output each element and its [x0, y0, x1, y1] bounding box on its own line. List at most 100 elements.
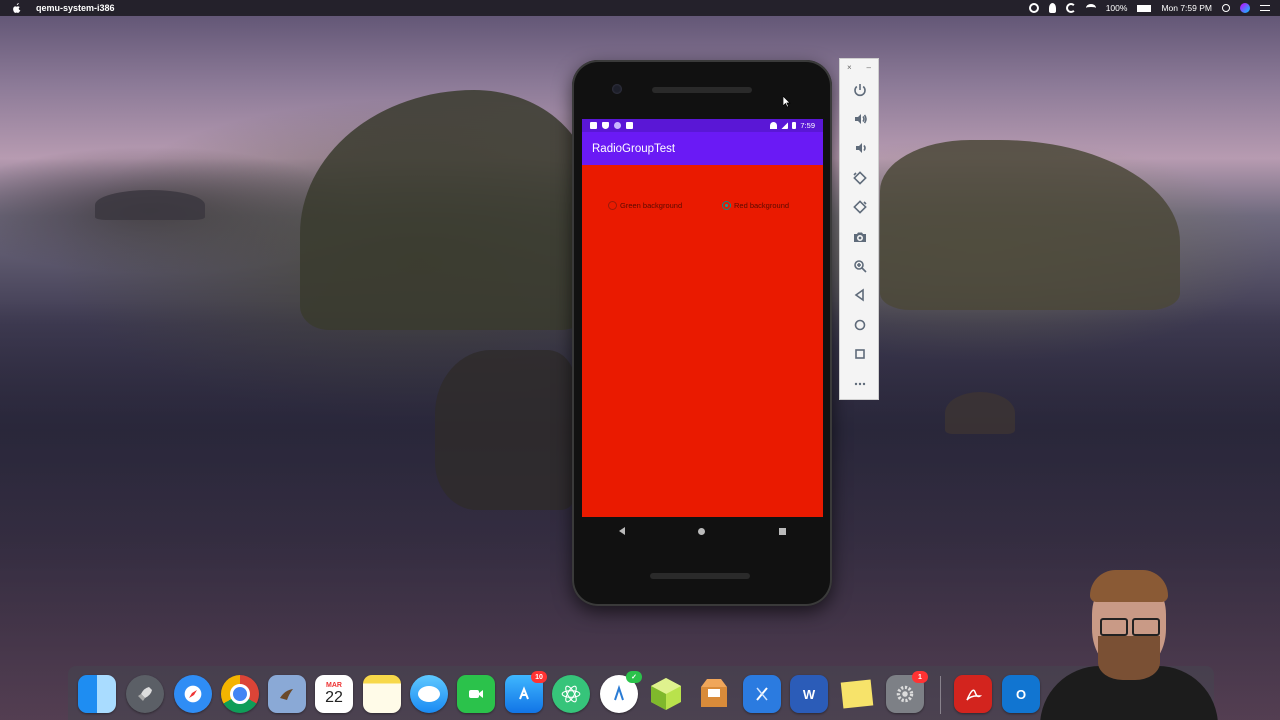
word-letter: W: [802, 686, 816, 702]
top-speaker: [652, 87, 752, 93]
chrome-center-icon: [230, 684, 250, 704]
overview-icon: [855, 349, 865, 360]
chat-bubble-icon: [418, 686, 440, 702]
close-button[interactable]: ×: [847, 63, 852, 75]
rotate-left-button[interactable]: [840, 163, 880, 192]
launchpad-icon[interactable]: [126, 675, 164, 713]
atom-icon[interactable]: [552, 675, 590, 713]
wifi-icon: [770, 122, 778, 129]
mouse-cursor-icon: [783, 96, 791, 108]
chrome-icon[interactable]: [221, 675, 259, 713]
wallpaper-island: [435, 350, 575, 510]
screenshot-button[interactable]: [840, 222, 880, 251]
circle-notification-icon: [614, 122, 621, 129]
cube-icon: [651, 678, 681, 710]
zoom-button[interactable]: [840, 251, 880, 280]
notes-icon[interactable]: [363, 675, 401, 713]
power-button[interactable]: [840, 75, 880, 104]
outlook-icon[interactable]: O: [1002, 675, 1040, 713]
facetime-icon[interactable]: [457, 675, 495, 713]
radio-red-background[interactable]: Red background: [722, 201, 789, 210]
android-studio-icon[interactable]: ✓: [600, 671, 642, 713]
hammer-icon: [756, 687, 768, 701]
battery-icon: [792, 122, 797, 129]
messages-icon[interactable]: [410, 675, 448, 713]
spotlight-search-icon[interactable]: [1222, 4, 1230, 12]
radio-unchecked-icon[interactable]: [608, 201, 617, 210]
word-icon[interactable]: W: [790, 675, 828, 713]
home-button[interactable]: [840, 310, 880, 339]
device-screen[interactable]: 7:59 RadioGroupTest Green background Red…: [582, 119, 823, 517]
overview-button[interactable]: [840, 340, 880, 369]
xcode-icon[interactable]: [743, 675, 781, 713]
wallpaper-island: [95, 190, 205, 220]
volume-down-button[interactable]: [840, 134, 880, 163]
virtualbox-icon[interactable]: [647, 675, 685, 713]
radio-group: Green background Red background: [582, 201, 823, 217]
stickies-icon[interactable]: [838, 675, 876, 713]
box-icon: [701, 679, 727, 707]
volume-up-icon: [855, 114, 867, 125]
notification-center-icon[interactable]: [1260, 5, 1270, 11]
radio-green-background[interactable]: Green background: [608, 201, 682, 210]
acrobat-icon[interactable]: [954, 675, 992, 713]
more-icon: [854, 382, 866, 385]
check-badge-icon: ✓: [626, 671, 642, 683]
calendar-day: 22: [325, 688, 343, 706]
calendar-month: MAR: [326, 681, 342, 689]
power-icon: [854, 83, 866, 96]
more-button[interactable]: [840, 369, 880, 398]
minimize-button[interactable]: –: [867, 63, 871, 75]
presenter-hair: [1090, 570, 1168, 602]
gear-icon: [896, 685, 914, 703]
front-camera: [612, 84, 622, 94]
video-camera-icon: [469, 690, 483, 698]
google-drive-icon[interactable]: [1065, 3, 1076, 13]
user-icon[interactable]: [1048, 3, 1056, 13]
battery-icon[interactable]: [1137, 4, 1152, 12]
siri-icon[interactable]: [1240, 3, 1250, 13]
menu-bar: qemu-system-i386 100% Mon 7:59 PM: [0, 0, 1280, 16]
back-icon: [854, 288, 864, 302]
finder-icon[interactable]: [78, 675, 116, 713]
bottom-speaker: [650, 573, 750, 579]
back-button[interactable]: [840, 281, 880, 310]
radio-label[interactable]: Red background: [734, 201, 789, 210]
wallpaper-rock: [945, 392, 1015, 434]
home-icon[interactable]: [698, 527, 706, 535]
bird-photo-icon: [280, 689, 293, 700]
radio-label[interactable]: Green background: [620, 201, 682, 210]
android-status-bar: 7:59: [582, 119, 823, 132]
app-store-badge: 10: [531, 671, 547, 683]
safari-icon[interactable]: [174, 675, 212, 713]
home-icon: [854, 319, 866, 331]
preview-icon[interactable]: [268, 675, 306, 713]
archive-utility-icon[interactable]: [695, 675, 733, 713]
outlook-letter: O: [1015, 686, 1027, 702]
active-app-name[interactable]: qemu-system-i386: [36, 3, 115, 13]
menu-clock[interactable]: Mon 7:59 PM: [1161, 3, 1212, 13]
compass-a-icon: [614, 684, 624, 701]
app-title: RadioGroupTest: [592, 142, 676, 155]
volume-up-button[interactable]: [840, 104, 880, 133]
apple-icon[interactable]: [12, 3, 22, 13]
overview-icon[interactable]: [779, 527, 787, 535]
calendar-icon[interactable]: MAR 22: [315, 675, 353, 713]
app-store-icon[interactable]: 10: [505, 671, 547, 713]
radio-checked-icon[interactable]: [722, 201, 731, 210]
shield-icon: [602, 122, 609, 129]
glasses-icon: [1100, 618, 1128, 636]
zoom-icon: [854, 260, 867, 273]
rotate-right-button[interactable]: [840, 193, 880, 222]
system-preferences-badge: 1: [912, 671, 928, 683]
signal-icon: [781, 122, 789, 129]
wifi-icon[interactable]: [1085, 4, 1096, 12]
compass-icon: [189, 690, 197, 698]
battery-percent[interactable]: 100%: [1106, 3, 1128, 13]
glasses-icon: [1132, 618, 1160, 636]
rotate-left-icon: [853, 171, 867, 185]
camera-icon: [854, 232, 866, 242]
record-icon[interactable]: [1028, 3, 1039, 13]
system-preferences-icon[interactable]: 1: [886, 671, 928, 713]
back-icon[interactable]: [618, 527, 625, 535]
